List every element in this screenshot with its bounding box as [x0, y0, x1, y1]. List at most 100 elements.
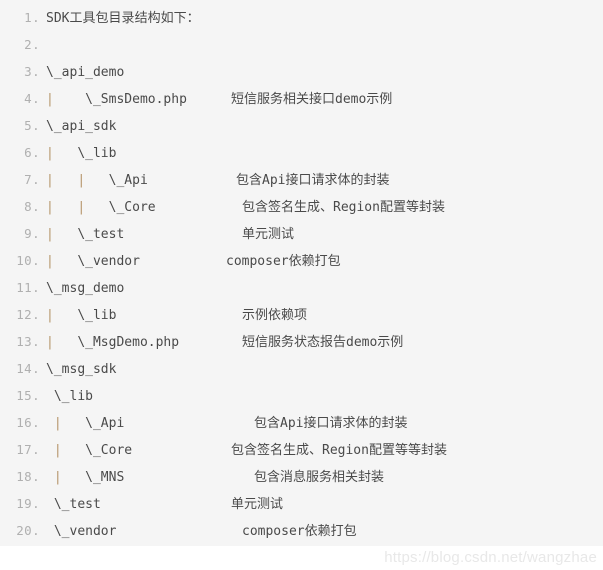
tree-description-text: 包含消息服务相关封装 — [254, 470, 385, 485]
line-content: | \_test 单元测试 — [46, 221, 603, 248]
code-line: 8. | | \_Core 包含签名生成、Region配置等封装 — [0, 193, 603, 220]
line-number: 12. — [16, 307, 40, 322]
tree-path-text: | \_lib — [46, 308, 117, 323]
tree-path-text: | \_MNS — [53, 470, 125, 485]
line-number: 9. — [24, 226, 40, 241]
code-line: 19. \_test 单元测试 — [0, 490, 603, 517]
line-number: 16. — [16, 415, 40, 430]
tree-description-text: composer依赖打包 — [242, 524, 357, 539]
tree-pipe-glyph: | — [46, 146, 54, 161]
code-line: 1. SDK工具包目录结构如下： — [0, 4, 603, 31]
line-number: 5. — [24, 118, 40, 133]
tree-description-text: 包含签名生成、Region配置等等封装 — [231, 443, 447, 458]
tree-path-text: | \_MsgDemo.php — [46, 335, 180, 350]
code-line: 2. — [0, 31, 603, 58]
line-number: 20. — [16, 523, 40, 538]
line-number: 8. — [24, 199, 40, 214]
line-content: \_msg_sdk — [46, 356, 603, 383]
line-content: | \_Api 包含Api接口请求体的封装 — [46, 410, 603, 437]
tree-path-text: | \_vendor — [46, 254, 140, 269]
code-line: 10. | \_vendor composer依赖打包 — [0, 247, 603, 274]
line-number: 19. — [16, 496, 40, 511]
tree-pipe-glyph: | — [53, 470, 62, 485]
line-content: | \_lib — [46, 140, 603, 167]
tree-path-text: | \_lib — [46, 146, 117, 161]
tree-description-text: composer依赖打包 — [226, 254, 341, 269]
tree-pipe-glyph: | — [77, 200, 86, 215]
code-line: 4. | \_SmsDemo.php 短信服务相关接口demo示例 — [0, 85, 603, 112]
tree-path-text: SDK工具包目录结构如下： — [46, 11, 200, 26]
tree-pipe-glyph: | — [46, 227, 54, 242]
code-line: 16. | \_Api 包含Api接口请求体的封装 — [0, 409, 603, 436]
line-number: 17. — [16, 442, 40, 457]
tree-path-text: | \_Api — [53, 416, 125, 431]
code-line: 12. | \_lib 示例依赖项 — [0, 301, 603, 328]
line-content: \_msg_demo — [46, 275, 603, 302]
tree-pipe-glyph: | — [46, 200, 54, 215]
line-content: | \_SmsDemo.php 短信服务相关接口demo示例 — [46, 86, 603, 113]
code-block: 1. SDK工具包目录结构如下： 2. 3. \_api_demo 4. | \_SmsDe… — [0, 0, 603, 546]
line-number: 11. — [16, 280, 40, 295]
tree-pipe-glyph: | — [53, 443, 62, 458]
code-line: 14. \_msg_sdk — [0, 355, 603, 382]
tree-description-text: 短信服务状态报告demo示例 — [242, 335, 404, 350]
tree-path-text: | \_test — [46, 227, 125, 242]
code-line: 13. | \_MsgDemo.php 短信服务状态报告demo示例 — [0, 328, 603, 355]
code-line: 11. \_msg_demo — [0, 274, 603, 301]
line-number: 1. — [24, 10, 40, 25]
code-line: 3. \_api_demo — [0, 58, 603, 85]
tree-pipe-glyph: | — [77, 173, 86, 188]
tree-path-text: | | \_Core — [46, 200, 156, 215]
line-number: 4. — [24, 91, 40, 106]
tree-path-text: \_msg_demo — [46, 281, 125, 296]
line-number: 6. — [24, 145, 40, 160]
line-content: | \_vendor composer依赖打包 — [46, 248, 603, 275]
tree-description-text: 包含签名生成、Region配置等封装 — [242, 200, 445, 215]
line-number: 13. — [16, 334, 40, 349]
code-line: 9. | \_test 单元测试 — [0, 220, 603, 247]
tree-pipe-glyph: | — [46, 254, 54, 269]
tree-pipe-glyph: | — [46, 335, 54, 350]
line-number: 18. — [16, 469, 40, 484]
line-content: | \_Core 包含签名生成、Region配置等等封装 — [46, 437, 603, 464]
tree-path-text: | \_Core — [53, 443, 133, 458]
tree-pipe-glyph: | — [46, 173, 54, 188]
line-content: | \_lib 示例依赖项 — [46, 302, 603, 329]
line-number: 15. — [16, 388, 40, 403]
tree-path-text: \_api_sdk — [46, 119, 117, 134]
line-number: 14. — [16, 361, 40, 376]
tree-description-text: 包含Api接口请求体的封装 — [254, 416, 408, 431]
line-content: \_test 单元测试 — [46, 491, 603, 518]
line-number: 7. — [24, 172, 40, 187]
line-content: \_lib — [46, 383, 603, 410]
tree-description-text: 单元测试 — [242, 227, 295, 242]
line-number: 2. — [24, 37, 40, 52]
line-content: | | \_Api 包含Api接口请求体的封装 — [46, 167, 603, 194]
line-content: | \_MsgDemo.php 短信服务状态报告demo示例 — [46, 329, 603, 356]
tree-pipe-glyph: | — [46, 92, 54, 107]
tree-pipe-glyph: | — [53, 416, 62, 431]
tree-path-text: \_test — [53, 497, 101, 512]
line-number: 3. — [24, 64, 40, 79]
tree-path-text: \_vendor — [53, 524, 117, 539]
tree-description-text: 短信服务相关接口demo示例 — [231, 92, 393, 107]
line-content: \_vendor composer依赖打包 — [46, 518, 603, 545]
tree-description-text: 包含Api接口请求体的封装 — [236, 173, 390, 188]
line-content — [46, 32, 603, 59]
tree-path-text: \_lib — [53, 389, 93, 404]
line-content: \_api_sdk — [46, 113, 603, 140]
code-line: 18. | \_MNS 包含消息服务相关封装 — [0, 463, 603, 490]
tree-pipe-glyph: | — [46, 308, 54, 323]
watermark: https://blog.csdn.net/wangzhae — [384, 549, 597, 566]
line-content: SDK工具包目录结构如下： — [46, 5, 603, 32]
tree-description-text: 示例依赖项 — [242, 308, 308, 323]
tree-path-text: | \_SmsDemo.php — [46, 92, 187, 107]
tree-description-text: 单元测试 — [231, 497, 284, 512]
tree-path-text: \_api_demo — [46, 65, 125, 80]
tree-path-text: \_msg_sdk — [46, 362, 117, 377]
line-content: \_api_demo — [46, 59, 603, 86]
code-line: 15. \_lib — [0, 382, 603, 409]
line-number: 10. — [16, 253, 40, 268]
line-content: | | \_Core 包含签名生成、Region配置等封装 — [46, 194, 603, 221]
code-line: 17. | \_Core 包含签名生成、Region配置等等封装 — [0, 436, 603, 463]
